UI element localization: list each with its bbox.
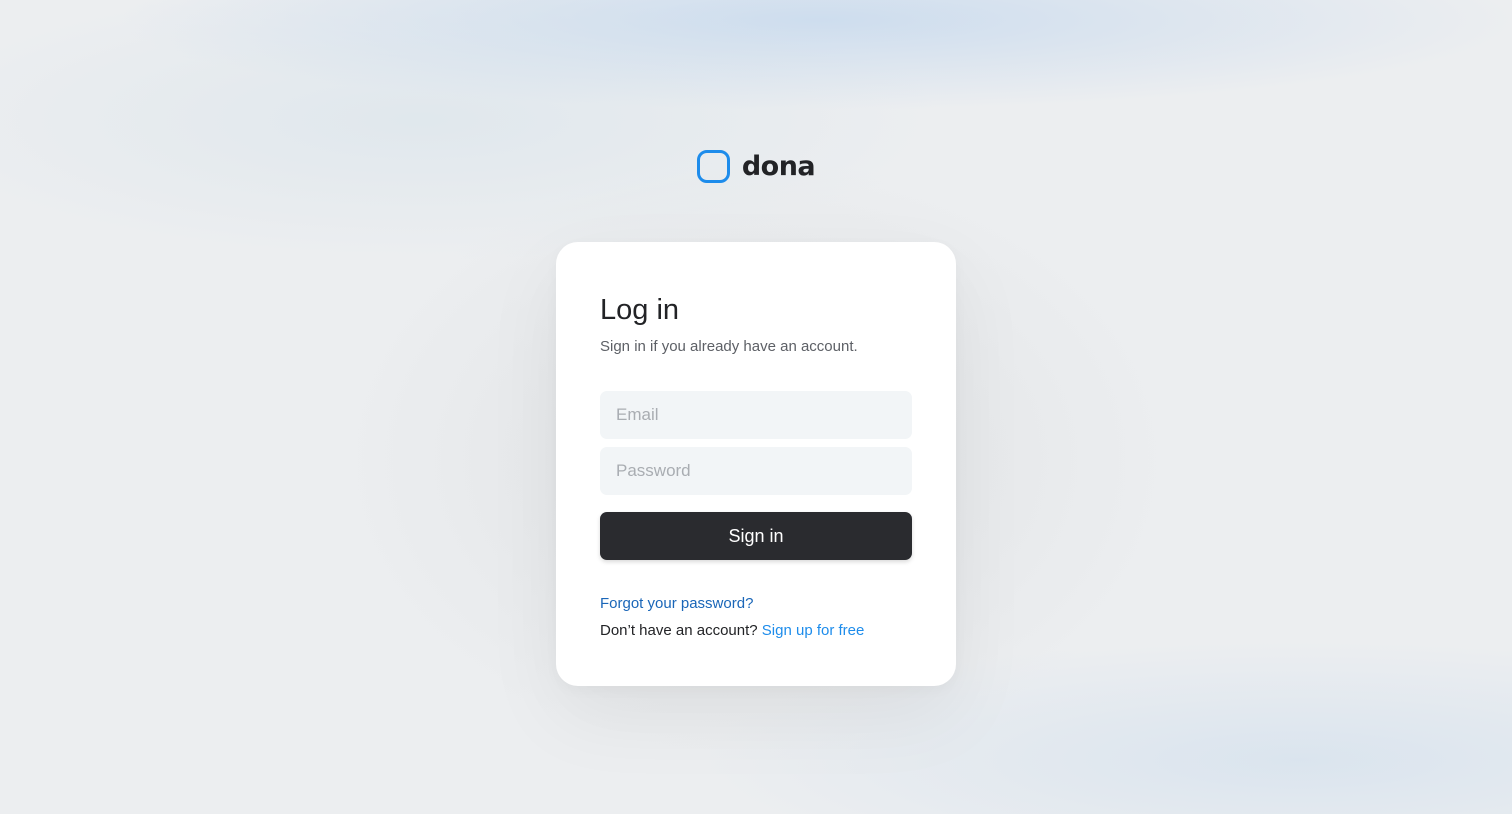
page-title: Log in <box>600 294 680 326</box>
login-subtitle: Sign in if you already have an account. <box>600 338 858 355</box>
email-field[interactable] <box>600 391 912 439</box>
login-card: Log in Sign in if you already have an ac… <box>556 242 956 686</box>
signup-row: Don’t have an account? Sign up for free <box>600 621 912 641</box>
brand-logo: dona <box>0 150 1512 183</box>
rounded-square-icon <box>696 150 730 183</box>
sign-up-link[interactable]: Sign up for free <box>762 622 865 639</box>
password-field[interactable] <box>600 447 912 495</box>
signup-prompt: Don’t have an account? <box>600 622 758 639</box>
forgot-password-link[interactable]: Forgot your password? <box>600 594 912 614</box>
sign-in-button[interactable]: Sign in <box>600 512 912 560</box>
brand-name: dona <box>741 151 816 182</box>
